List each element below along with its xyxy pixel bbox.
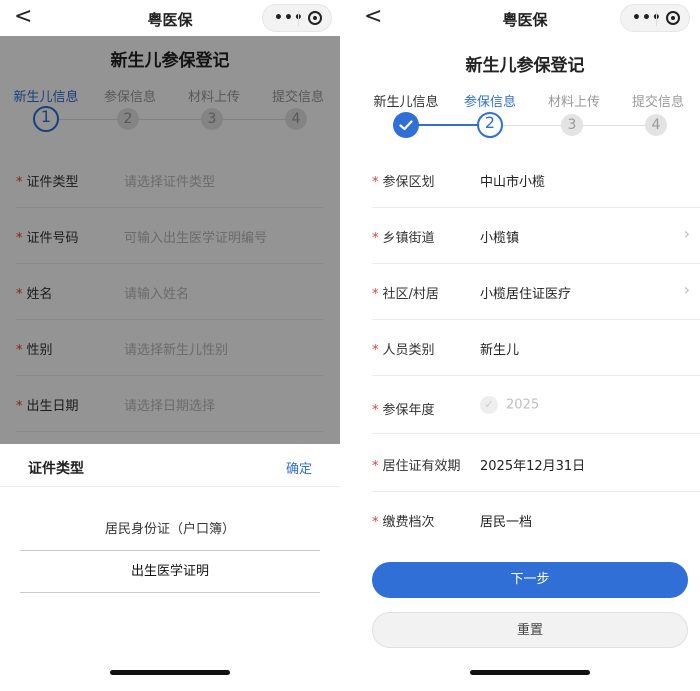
nav-bar: < 粤医保 ••• — [350, 0, 700, 36]
next-step-button[interactable]: 下一步 — [372, 562, 688, 598]
capsule-divider — [298, 11, 299, 26]
target-close-icon[interactable] — [308, 11, 322, 25]
field-value: 居民一档 — [480, 515, 533, 530]
picker-confirm-button[interactable]: 确定 — [286, 458, 312, 477]
screenshot-root: < 粤医保 ••• 新生儿参保登记 新生儿信息 参保信息 材料上传 提交信息 1… — [0, 0, 700, 691]
home-indicator — [470, 670, 590, 675]
step-label-1[interactable]: 新生儿信息 — [364, 91, 448, 110]
field-town-street[interactable]: * 乡镇街道 小榄镇 › — [350, 208, 700, 264]
page-title: 新生儿参保登记 — [465, 56, 585, 76]
field-residence-permit-expiry[interactable]: * 居住证有效期 2025年12月31日 — [350, 436, 700, 492]
required-star: * — [372, 175, 379, 190]
more-dots-icon[interactable]: ••• — [274, 10, 304, 26]
field-value: 2025 — [506, 397, 540, 413]
step-circle-1-done[interactable] — [393, 112, 419, 138]
field-value: 2025年12月31日 — [480, 459, 586, 474]
miniapp-capsule: ••• — [620, 4, 690, 32]
miniapp-capsule: ••• — [262, 4, 332, 32]
required-star: * — [372, 459, 379, 474]
step-label-4[interactable]: 提交信息 — [616, 91, 700, 110]
check-icon — [399, 120, 413, 131]
reset-button[interactable]: 重置 — [372, 612, 688, 648]
field-insured-year[interactable]: * 参保年度 ✓ 2025 — [350, 378, 700, 434]
field-label: 参保区划 — [382, 175, 435, 190]
field-insured-region[interactable]: * 参保区划 中山市小榄 — [350, 152, 700, 208]
id-type-picker-sheet: 证件类型 确定 居民身份证（户口簿） 出生医学证明 — [0, 444, 340, 691]
picker-title: 证件类型 — [28, 461, 84, 477]
chevron-right-icon[interactable]: › — [684, 224, 690, 243]
target-close-icon[interactable] — [666, 11, 680, 25]
left-screen: < 粤医保 ••• 新生儿参保登记 新生儿信息 参保信息 材料上传 提交信息 1… — [0, 0, 340, 691]
field-value: 中山市小榄 — [480, 175, 546, 190]
required-star: * — [372, 403, 379, 418]
more-dots-icon[interactable]: ••• — [632, 10, 662, 26]
step-circle-4[interactable]: 4 — [645, 114, 667, 136]
check-icon[interactable]: ✓ — [480, 396, 498, 414]
field-value: 新生儿 — [480, 343, 520, 358]
field-value: 小榄居住证医疗 — [480, 287, 572, 302]
field-value: 小榄镇 — [480, 231, 520, 246]
picker-divider — [0, 486, 340, 487]
step-label-2[interactable]: 参保信息 — [448, 91, 532, 110]
field-person-category[interactable]: * 人员类别 新生儿 — [350, 320, 700, 376]
required-star: * — [372, 231, 379, 246]
row-divider — [372, 375, 700, 376]
field-label: 参保年度 — [382, 403, 435, 418]
picker-option-id-card[interactable]: 居民身份证（户口簿） — [20, 510, 320, 550]
home-indicator — [110, 670, 230, 675]
field-label: 乡镇街道 — [382, 231, 435, 246]
field-label: 人员类别 — [382, 343, 435, 358]
field-community[interactable]: * 社区/村居 小榄居住证医疗 › — [350, 264, 700, 320]
field-label: 社区/村居 — [382, 287, 439, 302]
field-label: 居住证有效期 — [382, 459, 461, 474]
step-label-3[interactable]: 材料上传 — [532, 91, 616, 110]
required-star: * — [372, 343, 379, 358]
nav-bar: < 粤医保 ••• — [0, 0, 340, 36]
field-payment-tier[interactable]: * 缴费档次 居民一档 — [350, 492, 700, 548]
step-circle-2[interactable]: 2 — [477, 112, 503, 138]
required-star: * — [372, 287, 379, 302]
capsule-divider — [656, 11, 657, 26]
picker-selection-line-top — [20, 550, 320, 551]
required-star: * — [372, 515, 379, 530]
field-label: 缴费档次 — [382, 515, 435, 530]
right-screen: < 粤医保 ••• 新生儿参保登记 新生儿信息 参保信息 材料上传 提交信息 2… — [350, 0, 700, 691]
row-divider — [372, 433, 700, 434]
modal-mask[interactable] — [0, 36, 340, 444]
step-circle-3[interactable]: 3 — [561, 114, 583, 136]
picker-selection-line-bottom — [20, 592, 320, 593]
picker-option-birth-cert[interactable]: 出生医学证明 — [20, 552, 320, 592]
chevron-right-icon[interactable]: › — [684, 280, 690, 299]
